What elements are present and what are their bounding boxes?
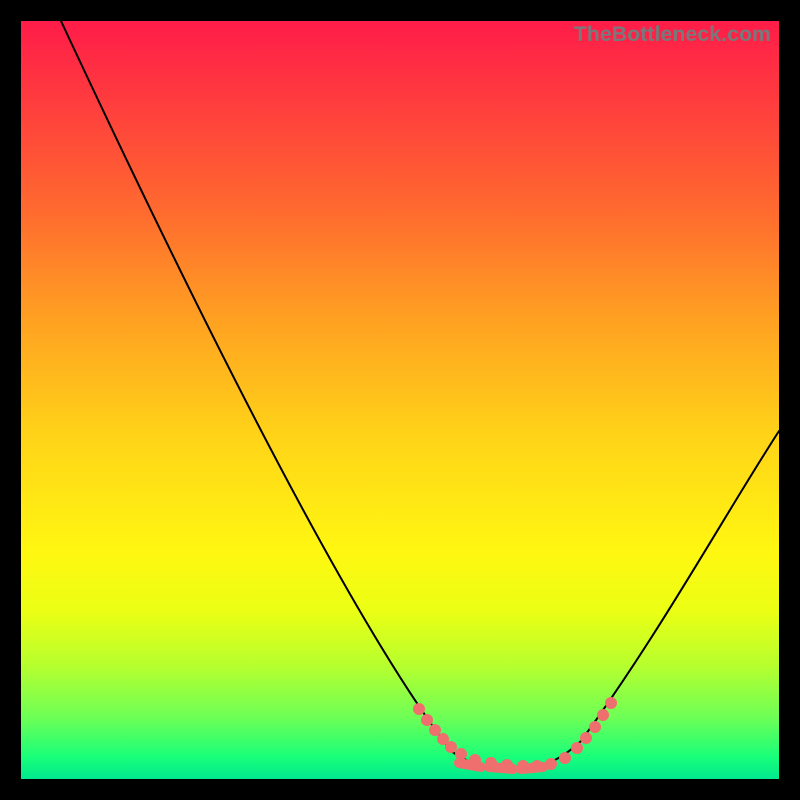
marker-dot bbox=[571, 742, 583, 754]
marker-dot bbox=[429, 724, 441, 736]
marker-dash bbox=[489, 767, 513, 769]
marker-dot bbox=[413, 703, 425, 715]
marker-dot bbox=[421, 714, 433, 726]
marker-dot bbox=[455, 748, 467, 760]
marker-dot bbox=[559, 752, 571, 764]
chart-frame: TheBottleneck.com bbox=[0, 0, 800, 800]
marker-dash bbox=[459, 763, 481, 767]
marker-dot bbox=[445, 741, 457, 753]
marker-dot bbox=[589, 721, 601, 733]
highlight-markers bbox=[413, 697, 617, 772]
marker-dot bbox=[605, 697, 617, 709]
bottleneck-curve bbox=[61, 21, 779, 771]
plot-area: TheBottleneck.com bbox=[21, 21, 779, 779]
marker-dash bbox=[521, 767, 543, 769]
marker-dot bbox=[597, 709, 609, 721]
marker-dot bbox=[580, 732, 592, 744]
curve-svg bbox=[21, 21, 779, 779]
